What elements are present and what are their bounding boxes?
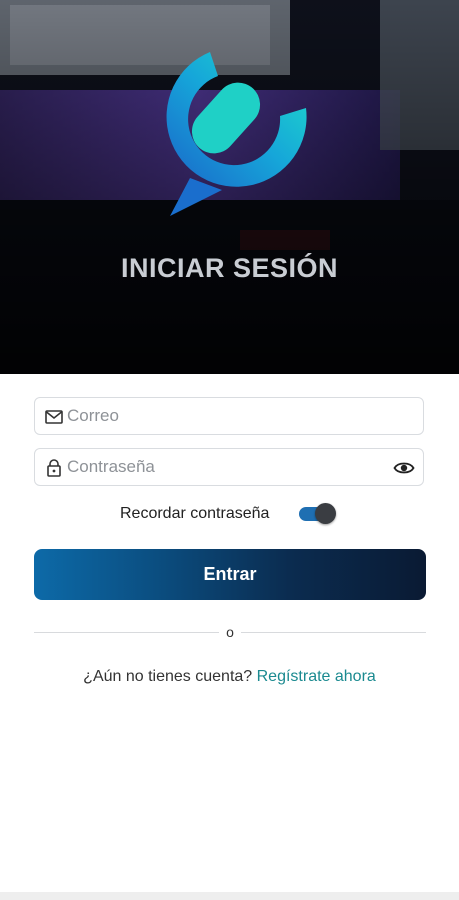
password-field[interactable]	[34, 448, 424, 486]
remember-row: Recordar contraseña	[0, 500, 459, 528]
eye-icon[interactable]	[393, 457, 415, 479]
mail-icon	[45, 410, 63, 424]
system-nav-bar	[0, 892, 459, 900]
toggle-knob	[315, 503, 336, 524]
lock-icon	[47, 459, 61, 477]
page-title: INICIAR SESIÓN	[120, 253, 339, 283]
email-field[interactable]	[34, 397, 424, 435]
email-input[interactable]	[67, 398, 387, 434]
register-link[interactable]: Regístrate ahora	[257, 668, 376, 685]
divider-line-right	[241, 632, 426, 633]
remember-label: Recordar contraseña	[120, 505, 270, 522]
submit-button[interactable]: Entrar	[34, 549, 426, 600]
signup-prompt: ¿Aún no tienes cuenta? Regístrate ahora	[0, 668, 459, 686]
hero-banner: INICIAR SESIÓN	[0, 0, 459, 374]
remember-toggle[interactable]	[299, 502, 337, 524]
password-input[interactable]	[67, 449, 387, 485]
signup-question: ¿Aún no tienes cuenta?	[83, 668, 257, 685]
or-divider: o	[34, 623, 426, 643]
chat-bubble-logo	[166, 52, 307, 216]
